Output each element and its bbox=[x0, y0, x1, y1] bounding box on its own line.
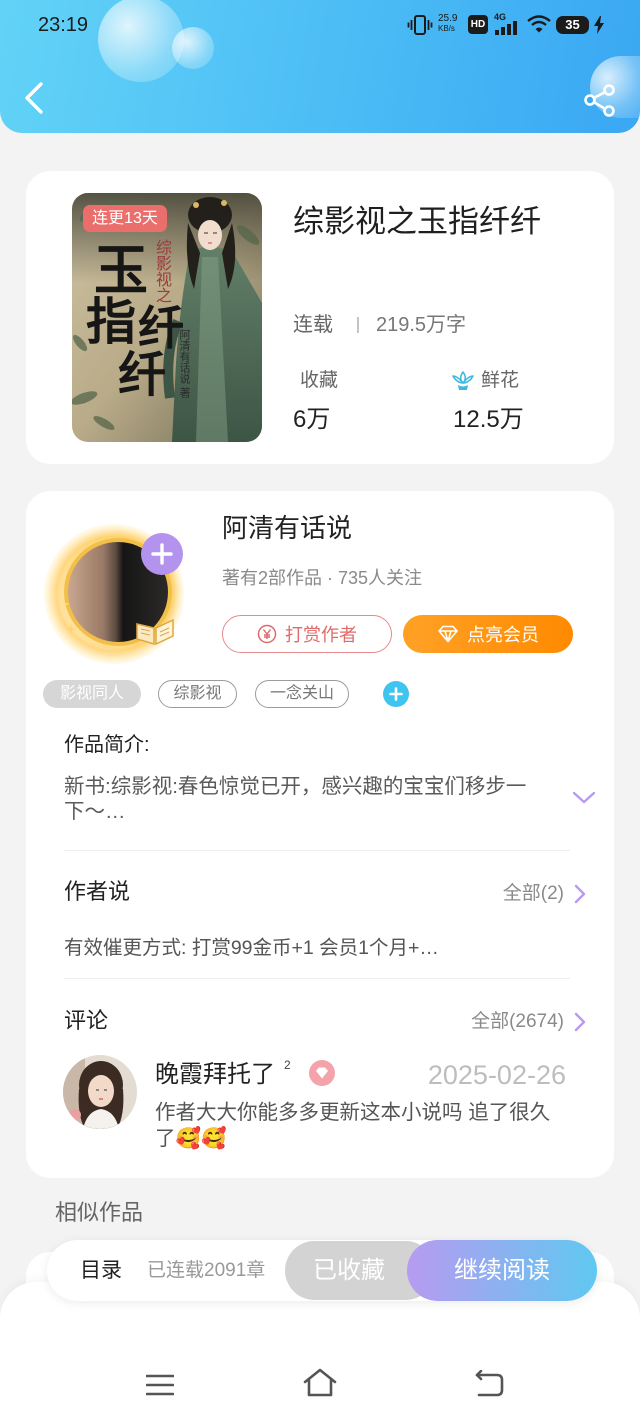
author-says-title: 作者说 bbox=[64, 879, 131, 904]
add-tag-button[interactable] bbox=[383, 681, 409, 707]
chevron-right-icon[interactable] bbox=[573, 883, 587, 905]
chevron-left-icon bbox=[25, 82, 43, 114]
book-status: 连载 bbox=[293, 314, 333, 336]
intro-label: 作品简介: bbox=[64, 734, 150, 756]
tag-chip[interactable]: 影视同人 bbox=[43, 680, 141, 708]
bottom-action-bar: 目录 已连载2091章 已收藏 继续阅读 bbox=[47, 1240, 597, 1301]
tip-author-button[interactable]: 打赏作者 bbox=[222, 615, 392, 653]
flowers-label: 鲜花 bbox=[481, 370, 520, 391]
favorites-value: 6万 bbox=[293, 406, 331, 433]
similar-works-title: 相似作品 bbox=[55, 1200, 144, 1225]
commenter-level: 2 bbox=[284, 1058, 291, 1072]
chapter-count: 已连载2091章 bbox=[147, 1260, 266, 1281]
cover-title-char: 纤 bbox=[118, 347, 167, 403]
vip-button[interactable]: 点亮会员 bbox=[403, 615, 573, 653]
section-divider bbox=[64, 850, 570, 851]
vibrate-icon bbox=[407, 15, 433, 35]
author-says-text[interactable]: 有效催更方式: 打赏99金币+1 会员1个月+… bbox=[64, 935, 439, 961]
decor-bubble bbox=[98, 0, 184, 82]
bottom-sheet bbox=[0, 1282, 640, 1422]
comment-date: 2025-02-26 bbox=[427, 1060, 566, 1090]
back-nav-icon[interactable] bbox=[473, 1370, 505, 1398]
yen-icon bbox=[257, 624, 277, 644]
book-title: 综影视之玉指纤纤 bbox=[293, 204, 541, 239]
back-button[interactable] bbox=[18, 78, 52, 118]
home-icon[interactable] bbox=[302, 1368, 338, 1398]
sparkle-icon bbox=[66, 624, 76, 634]
chevron-down-icon bbox=[572, 791, 596, 804]
sparkle-icon bbox=[58, 598, 70, 610]
charging-icon bbox=[594, 16, 604, 34]
favorited-label: 已收藏 bbox=[313, 1257, 385, 1284]
battery-icon: 35 bbox=[556, 16, 589, 34]
share-button[interactable] bbox=[582, 82, 618, 118]
status-time: 23:19 bbox=[38, 14, 89, 36]
tip-author-label: 打赏作者 bbox=[285, 625, 357, 645]
cover-title-char: 指 bbox=[86, 292, 136, 351]
diamond-icon bbox=[438, 625, 458, 643]
cover-subtitle: 综影视之 bbox=[153, 239, 170, 303]
book-cover[interactable]: 连更13天 综影视之 玉 指 纤 纤 阿清有话说 著 bbox=[72, 193, 262, 442]
commenter-avatar[interactable] bbox=[63, 1055, 137, 1129]
comment-text[interactable]: 作者大大你能多多更新这本小说吗 追了很久了🥰🥰 bbox=[155, 1100, 565, 1152]
plus-icon bbox=[151, 543, 173, 565]
comments-all-link[interactable]: 全部(2674) bbox=[424, 1009, 564, 1035]
continue-reading-button[interactable]: 继续阅读 bbox=[407, 1240, 597, 1301]
book-detail-screen: 23:19 25.9 KB/s HD 4G 35 连更13天 综影视之 玉 指 … bbox=[0, 0, 640, 1422]
toc-button[interactable]: 目录 bbox=[80, 1240, 122, 1301]
word-count: 219.5万字 bbox=[376, 314, 467, 336]
comments-title: 评论 bbox=[64, 1008, 109, 1033]
hd-icon: HD bbox=[468, 15, 488, 34]
favorites-label: 收藏 bbox=[300, 370, 339, 391]
vip-label: 点亮会员 bbox=[467, 625, 539, 645]
net-speed-unit: KB/s bbox=[438, 24, 455, 33]
cover-author: 阿清有话说 著 bbox=[178, 329, 190, 399]
signal-icon bbox=[495, 21, 517, 35]
section-divider bbox=[64, 978, 570, 979]
comment-item: 晚霞拜托了 2 2025-02-26 作者大大你能多多更新这本小说吗 追了很久了… bbox=[60, 1052, 572, 1162]
status-divider bbox=[357, 317, 359, 333]
diamond-icon bbox=[316, 1067, 328, 1079]
continue-reading-label: 继续阅读 bbox=[454, 1257, 550, 1284]
cover-title-char: 玉 bbox=[94, 238, 148, 302]
decor-bubble bbox=[172, 27, 214, 69]
cover-badge: 连更13天 bbox=[83, 205, 167, 232]
intro-text[interactable]: 新书:综影视:春色惊觉已开，感兴趣的宝宝们移步一下～… bbox=[64, 774, 542, 824]
commenter-name[interactable]: 晚霞拜托了 bbox=[155, 1060, 275, 1090]
tag-chip[interactable]: 一念关山 bbox=[255, 680, 349, 708]
share-icon bbox=[584, 84, 615, 117]
expand-intro-button[interactable] bbox=[570, 786, 598, 810]
member-badge bbox=[309, 1060, 335, 1086]
author-says-all-link[interactable]: 全部(2) bbox=[444, 881, 564, 907]
wifi-icon bbox=[527, 15, 551, 33]
author-name[interactable]: 阿清有话说 bbox=[222, 512, 352, 544]
menu-icon[interactable] bbox=[146, 1374, 174, 1396]
flowers-value: 12.5万 bbox=[453, 406, 524, 433]
plus-icon bbox=[389, 687, 403, 701]
tag-chip[interactable]: 综影视 bbox=[158, 680, 237, 708]
book-decoration-icon bbox=[136, 618, 174, 646]
chevron-right-icon[interactable] bbox=[573, 1011, 587, 1033]
author-stats: 著有2部作品 · 735人关注 bbox=[222, 568, 423, 588]
flower-icon bbox=[452, 371, 474, 390]
follow-author-button[interactable] bbox=[141, 533, 183, 575]
net-speed-value: 25.9 bbox=[438, 13, 458, 24]
